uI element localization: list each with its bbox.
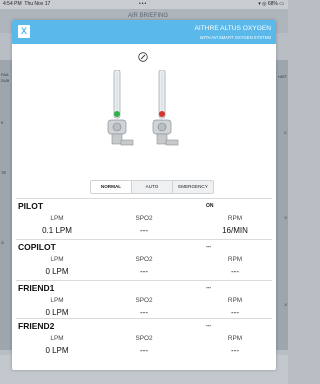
section-status: ON <box>206 203 214 209</box>
status-battery: ▾ ◎ 68% ▭ <box>258 1 284 7</box>
section-title: FRIEND1 <box>18 283 55 293</box>
rpm-label: RPM <box>227 215 243 222</box>
rpm-label: RPM <box>227 256 243 263</box>
section-title: COPILOT <box>18 242 56 252</box>
lpm-label: LPM <box>50 297 64 304</box>
lpm-label: LPM <box>50 256 64 263</box>
spo2-label: SPO2 <box>135 256 153 263</box>
status-bar: 4:54 PM Thu Nov 17 ••• ▾ ◎ 68% ▭ <box>0 0 288 9</box>
modal-title: AITHRE ALTUS OXYGEN <box>194 25 271 32</box>
tab-emergency[interactable]: EMERGENCY <box>173 181 213 193</box>
rpm-value: --- <box>231 267 239 276</box>
oxygen-modal: X AITHRE ALTUS OXYGEN WITH AVI SMART OXY… <box>12 20 276 370</box>
spo2-value: --- <box>140 346 148 355</box>
flow-indicator-green <box>114 111 120 117</box>
section-title: FRIEND2 <box>18 321 55 331</box>
mode-tabs: NORMAL AUTO EMERGENCY <box>90 180 214 194</box>
modal-header: X AITHRE ALTUS OXYGEN WITH AVI SMART OXY… <box>12 20 276 44</box>
user-section-copilot[interactable]: COPILOT --- LPM SPO2 RPM 0 LPM --- --- <box>16 239 272 280</box>
lpm-label: LPM <box>50 335 64 342</box>
background-right-text: C <box>284 130 287 135</box>
close-button[interactable]: X <box>18 25 30 38</box>
modal-subtitle: WITH AVI SMART OXYGEN SYSTEM <box>199 35 271 40</box>
background-left-text: G <box>1 240 5 245</box>
multitask-dots[interactable]: ••• <box>139 1 147 7</box>
background-right-panel: HIST C X X <box>276 60 288 350</box>
user-section-friend2[interactable]: FRIEND2 --- LPM SPO2 RPM 0 LPM --- --- <box>16 318 272 359</box>
left-flowmeter <box>107 70 134 146</box>
lpm-label: LPM <box>50 215 64 222</box>
status-date: Thu Nov 17 <box>24 1 51 7</box>
tab-auto[interactable]: AUTO <box>132 181 173 193</box>
lpm-value: 0.1 LPM <box>42 226 72 235</box>
flowmeter-image <box>107 70 179 146</box>
rpm-label: RPM <box>227 297 243 304</box>
background-left-text: SUB <box>1 78 10 83</box>
rpm-label: RPM <box>227 335 243 342</box>
spo2-label: SPO2 <box>135 297 153 304</box>
background-right-text: X <box>284 302 287 307</box>
rpm-value: --- <box>231 346 239 355</box>
spo2-value: --- <box>140 308 148 317</box>
background-left-text: TE <box>1 170 7 175</box>
lpm-value: 0 LPM <box>45 346 69 355</box>
tab-normal[interactable]: NORMAL <box>91 181 132 193</box>
spo2-label: SPO2 <box>135 335 153 342</box>
rpm-value: --- <box>231 308 239 317</box>
flow-indicator-red <box>159 111 165 117</box>
background-right-text: HIST <box>277 74 287 79</box>
background-title: AIR BRIEFING <box>128 13 169 19</box>
spo2-value: --- <box>140 226 148 235</box>
section-status: --- <box>206 244 211 250</box>
lpm-value: 0 LPM <box>45 267 69 276</box>
spo2-label: SPO2 <box>135 215 153 222</box>
status-time: 4:54 PM <box>3 1 22 7</box>
rpm-value: 16/MIN <box>222 226 248 235</box>
user-section-pilot[interactable]: PILOT ON LPM SPO2 RPM 0.1 LPM --- 16/MIN <box>16 198 272 239</box>
user-section-friend1[interactable]: FRIEND1 --- LPM SPO2 RPM 0 LPM --- --- <box>16 280 272 321</box>
battery-percent: 68% <box>267 1 278 7</box>
background-left-text: K <box>1 120 4 125</box>
background-left-text: FAA <box>1 72 9 77</box>
section-status: --- <box>206 285 211 291</box>
link-icon[interactable] <box>138 52 148 62</box>
lpm-value: 0 LPM <box>45 308 69 317</box>
status-time-date: 4:54 PM Thu Nov 17 <box>3 1 50 7</box>
section-status: --- <box>206 323 211 329</box>
section-title: PILOT <box>18 201 44 211</box>
background-left-panel: FAA SUB K TE G <box>0 60 12 350</box>
background-right-text: X <box>284 215 287 220</box>
right-flowmeter <box>152 70 179 146</box>
spo2-value: --- <box>140 267 148 276</box>
